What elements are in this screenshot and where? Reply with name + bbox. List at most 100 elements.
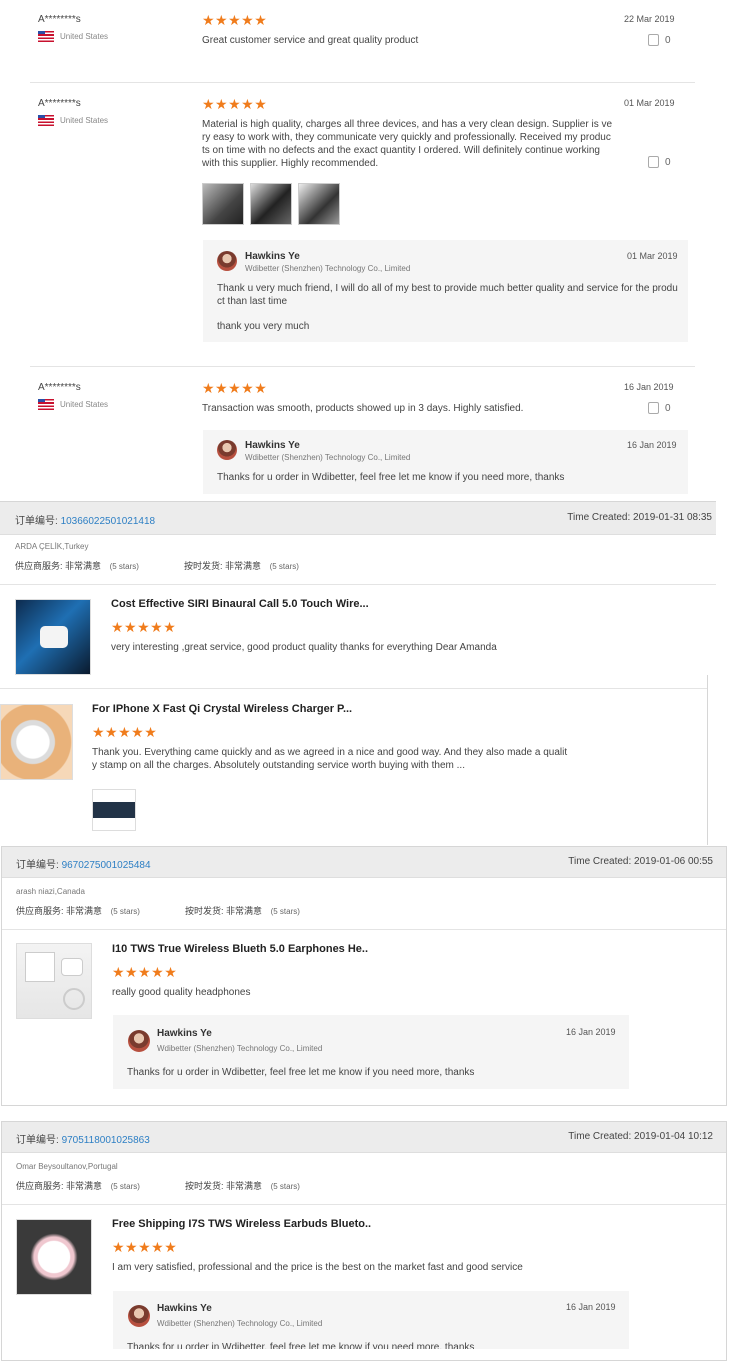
service-label: 供应商服务:: [16, 906, 64, 916]
service-stars: (5 stars): [110, 907, 140, 916]
reviewer-country: United States: [38, 399, 108, 410]
ship-label: 按时发货:: [184, 561, 223, 571]
review-text: Transaction was smooth, products showed …: [202, 403, 524, 414]
buyer-info: Omar Beysoultanov,Portugal: [16, 1162, 118, 1171]
reply-name: Hawkins Ye: [245, 440, 300, 451]
like-count: 0: [665, 402, 671, 414]
order-header: 订单编号: 9670275001025484 Time Created: 201…: [2, 847, 726, 878]
like-button[interactable]: 0: [648, 34, 671, 46]
service-value: 非常满意: [66, 1181, 103, 1191]
rating-stars: ★★★★★: [202, 96, 268, 112]
review-text: very interesting ,great service, good pr…: [111, 642, 497, 653]
order-number-label: 订单编号:: [15, 516, 58, 527]
buyer-info: arash niazi,Canada: [16, 887, 85, 896]
reply-text: Thank u very much friend, I will do all …: [217, 282, 682, 333]
buyer-info: ARDA ÇELİK,Turkey: [15, 542, 89, 551]
thumbs-up-icon: [648, 156, 659, 168]
service-label: 供应商服务:: [16, 1181, 64, 1191]
time-created: Time Created: 2019-01-04 10:12: [568, 1131, 713, 1142]
divider: [30, 366, 695, 367]
review-photo[interactable]: [250, 183, 292, 225]
ship-value: 非常满意: [225, 561, 262, 571]
rating-stars: ★★★★★: [112, 1239, 178, 1255]
service-value: 非常满意: [66, 906, 103, 916]
reply-date: 01 Mar 2019: [627, 251, 678, 261]
shipping-rating: 按时发货: 非常满意 (5 stars): [185, 904, 300, 917]
divider: [0, 688, 708, 689]
reply-company: Wdibetter (Shenzhen) Technology Co., Lim…: [157, 1319, 323, 1328]
product-title[interactable]: I10 TWS True Wireless Blueth 5.0 Earphon…: [112, 943, 368, 955]
service-rating: 供应商服务: 非常满意 (5 stars): [16, 904, 140, 917]
shipping-rating: 按时发货: 非常满意 (5 stars): [185, 1179, 300, 1192]
product-image[interactable]: [16, 943, 92, 1019]
country-label: United States: [60, 32, 109, 41]
country-label: United States: [60, 400, 109, 409]
review-date: 22 Mar 2019: [624, 14, 675, 24]
service-stars: (5 stars): [110, 1182, 140, 1191]
ship-stars: (5 stars): [270, 1182, 300, 1191]
service-value: 非常满意: [65, 561, 102, 571]
ship-value: 非常满意: [226, 906, 263, 916]
border-line: [707, 675, 708, 845]
reply-name: Hawkins Ye: [157, 1028, 212, 1039]
product-title[interactable]: Cost Effective SIRI Binaural Call 5.0 To…: [111, 598, 369, 610]
reply-text: Thanks for u order in Wdibetter, feel fr…: [217, 472, 565, 483]
review-date: 16 Jan 2019: [624, 382, 674, 392]
reply-date: 16 Jan 2019: [627, 440, 677, 450]
like-button[interactable]: 0: [648, 156, 671, 168]
reply-company: Wdibetter (Shenzhen) Technology Co., Lim…: [245, 264, 411, 273]
like-button[interactable]: 0: [648, 402, 671, 414]
divider: [0, 584, 716, 585]
service-stars: (5 stars): [109, 562, 139, 571]
order-number: 订单编号: 9670275001025484: [16, 856, 151, 871]
rating-stars: ★★★★★: [202, 380, 268, 396]
review-photo[interactable]: [298, 183, 340, 225]
order-header: 订单编号: 10366022501021418 Time Created: 20…: [0, 501, 716, 535]
order-number-link[interactable]: 9705118001025863: [62, 1135, 150, 1146]
reviewer-country: United States: [38, 31, 108, 42]
product-title[interactable]: For IPhone X Fast Qi Crystal Wireless Ch…: [92, 703, 352, 715]
time-created: Time Created: 2019-01-31 08:35: [567, 512, 712, 523]
seller-reply: Hawkins Ye Wdibetter (Shenzhen) Technolo…: [203, 430, 688, 494]
divider: [2, 1204, 726, 1205]
thumbs-up-icon: [648, 34, 659, 46]
order-number: 订单编号: 9705118001025863: [16, 1131, 150, 1146]
reviewer-country: United States: [38, 115, 108, 126]
review-text-line: with this supplier. Highly recommended.: [202, 158, 379, 169]
review-date: 01 Mar 2019: [624, 98, 675, 108]
shipping-rating: 按时发货: 非常满意 (5 stars): [184, 559, 299, 572]
us-flag-icon: [38, 31, 54, 42]
reply-text: Thanks for u order in Wdibetter, feel fr…: [127, 1067, 475, 1078]
earbud-case-shape: [40, 626, 68, 648]
product-image[interactable]: [15, 599, 91, 675]
order-number-label: 订单编号:: [16, 1135, 59, 1146]
rating-stars: ★★★★★: [92, 724, 158, 740]
order-number-link[interactable]: 10366022501021418: [61, 516, 156, 527]
thumbs-up-icon: [648, 402, 659, 414]
reviewer-name: A********s: [38, 98, 81, 109]
service-rating: 供应商服务: 非常满意 (5 stars): [16, 1179, 140, 1192]
reply-text: Thanks for u order in Wdibetter, feel fr…: [127, 1342, 475, 1349]
product-image[interactable]: [0, 704, 73, 780]
ship-value: 非常满意: [226, 1181, 263, 1191]
review-text: Great customer service and great quality…: [202, 35, 419, 46]
ship-stars: (5 stars): [269, 562, 299, 571]
review-text-line: Thank you. Everything came quickly and a…: [92, 747, 568, 758]
order-number-link[interactable]: 9670275001025484: [62, 860, 151, 871]
reply-company: Wdibetter (Shenzhen) Technology Co., Lim…: [157, 1044, 323, 1053]
reply-text-line: thank you very much: [217, 321, 310, 332]
reply-name: Hawkins Ye: [245, 251, 300, 262]
review-text: really good quality headphones: [112, 987, 251, 998]
reply-company: Wdibetter (Shenzhen) Technology Co., Lim…: [245, 453, 411, 462]
divider: [30, 82, 695, 83]
reply-name: Hawkins Ye: [157, 1303, 212, 1314]
review-text-line: ry easy to work with, they communicate v…: [202, 132, 611, 143]
cable-shape: [63, 988, 85, 1010]
product-image[interactable]: [16, 1219, 92, 1295]
service-rating: 供应商服务: 非常满意 (5 stars): [15, 559, 139, 572]
review-photo[interactable]: [202, 183, 244, 225]
ship-label: 按时发货:: [185, 906, 224, 916]
review-photo[interactable]: [92, 789, 136, 831]
product-title[interactable]: Free Shipping I7S TWS Wireless Earbuds B…: [112, 1218, 371, 1230]
ship-label: 按时发货:: [185, 1181, 224, 1191]
